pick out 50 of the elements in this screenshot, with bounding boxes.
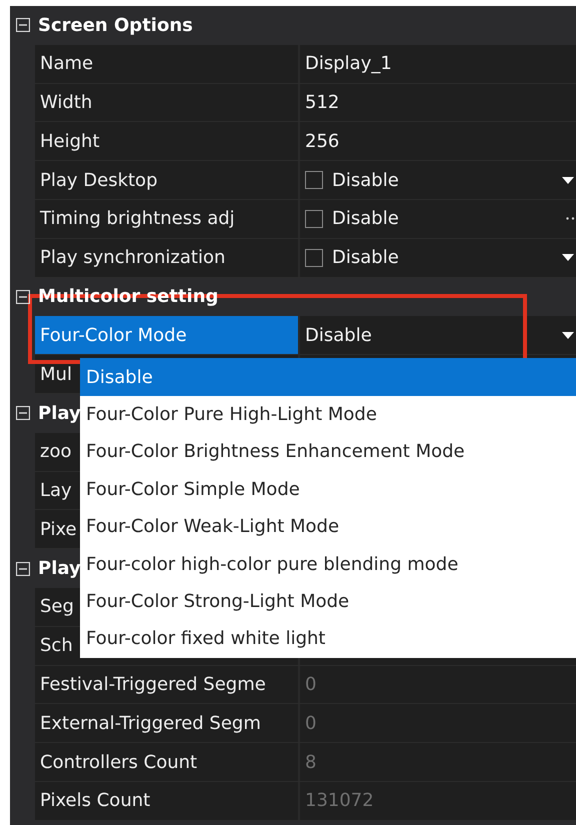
property-name[interactable]: Width [40,92,92,113]
property-name[interactable]: Timing brightness adj [40,208,235,230]
dropdown-option[interactable]: Four-Color Weak-Light Mode [80,508,576,546]
property-value: Disable [305,324,372,346]
property-name[interactable]: External-Triggered Segm [40,712,261,734]
property-name[interactable]: zoo [40,441,72,462]
property-value: 0 [305,712,316,734]
property-name[interactable]: Sch [40,635,73,656]
property-value: 131072 [305,790,374,812]
section-title: Play [38,402,81,424]
property-name[interactable]: Controllers Count [40,752,198,773]
property-name[interactable]: Name [40,53,94,74]
property-value: 256 [305,130,340,152]
property-name[interactable]: Mul [40,364,72,385]
property-name[interactable]: Play synchronization [40,247,226,268]
checkbox[interactable] [305,248,323,267]
checkbox[interactable] [305,171,323,190]
dropdown-option[interactable]: Four-Color Brightness Enhancement Mode [80,433,576,471]
section-title: Play [38,558,81,580]
dropdown-arrow-icon[interactable] [562,332,574,339]
property-name[interactable]: Lay [40,480,72,501]
dropdown-arrow-icon[interactable] [562,176,574,184]
property-value: Disable [332,170,399,191]
dropdown-option[interactable]: Four-Color Pure High-Light Mode [80,396,576,434]
ellipsis-icon[interactable] [566,217,576,220]
dropdown-option[interactable]: Four-Color Simple Mode [80,470,576,508]
dropdown-option[interactable]: Four-Color Strong-Light Mode [80,582,576,620]
property-value: 8 [305,752,316,773]
collapse-icon[interactable] [16,562,30,576]
collapse-icon[interactable] [16,406,30,420]
property-value: 512 [305,92,340,113]
property-name[interactable]: Festival-Triggered Segme [40,674,266,695]
property-name[interactable]: Height [40,130,100,152]
property-value: 0 [305,674,316,695]
property-name[interactable]: Four-Color Mode [35,316,300,354]
property-name[interactable]: Seg [40,596,74,618]
section-title: Screen Options [38,14,193,36]
property-name[interactable]: Pixels Count [40,790,150,812]
property-name[interactable]: Play Desktop [40,170,158,191]
property-value: Display_1 [305,53,392,74]
collapse-icon[interactable] [16,290,30,304]
dropdown-option[interactable]: Disable [80,358,576,396]
property-name[interactable]: Pixe [40,518,77,540]
dropdown-arrow-icon[interactable] [562,254,574,262]
dropdown-option[interactable]: Four-color fixed white light [80,620,576,658]
collapse-icon[interactable] [16,18,30,32]
checkbox[interactable] [305,210,323,228]
dropdown-option[interactable]: Four-color high-color pure blending mode [80,545,576,583]
property-value: Disable [332,247,399,268]
property-value: Disable [332,208,399,230]
